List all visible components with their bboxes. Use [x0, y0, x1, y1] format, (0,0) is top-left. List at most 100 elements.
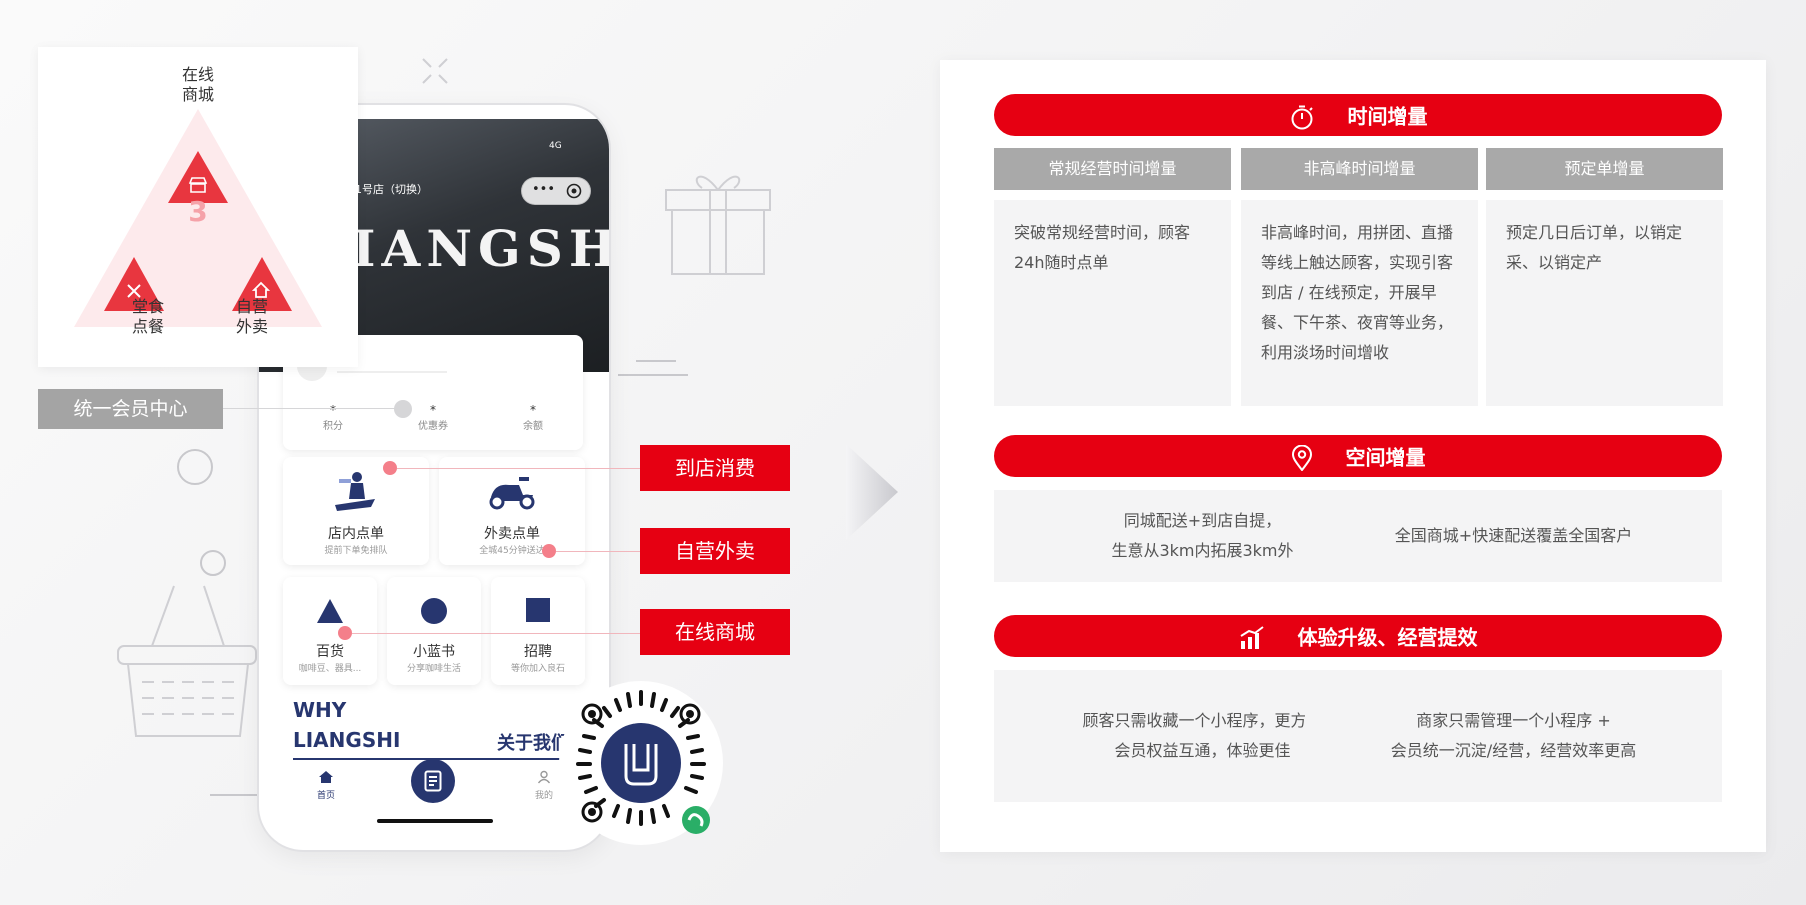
- stopwatch-icon: [1291, 105, 1313, 129]
- column-body: 预定几日后订单，以销定采、以销定产: [1486, 200, 1723, 406]
- box-line: 商家只需管理一个小程序 +: [1416, 711, 1611, 730]
- box-line: 顾客只需收藏一个小程序，更方便: [1082, 711, 1323, 730]
- label-line: 外卖: [235, 317, 268, 336]
- section-title: 体验升级、经营提效: [1297, 625, 1478, 650]
- tile-delivery-order[interactable]: 外卖点单 全城45分钟送达: [439, 457, 585, 565]
- member-center-tag: 统一会员中心: [38, 389, 223, 429]
- decor-line: [618, 374, 688, 376]
- box-line: 全国商城+快速配送覆盖全国客户: [1394, 526, 1633, 545]
- connector-line: [223, 408, 403, 409]
- connector-dot: [383, 461, 397, 475]
- tile-subtitle: 等你加入良石: [510, 664, 565, 674]
- tile-in-store-order[interactable]: 店内点单 提前下单免排队: [283, 457, 429, 565]
- user-icon: [537, 770, 551, 784]
- stat-value: *: [430, 403, 436, 417]
- tile-subtitle: 提前下单免排队: [324, 546, 388, 556]
- box-line: 生意从3km内拓展3km外: [1111, 541, 1294, 560]
- nav-label: 首页: [316, 791, 335, 801]
- column-body: 非高峰时间，用拼团、直播等线上触达顾客，实现引客到店 / 在线预定，开展早餐、下…: [1241, 200, 1478, 406]
- label-line: 自营: [235, 297, 268, 316]
- connector-dot: [338, 626, 352, 640]
- box-line: 会员权益互通，体验更佳: [1114, 741, 1291, 760]
- tile-title: 百货: [316, 644, 344, 660]
- nav-profile[interactable]: 我的: [529, 769, 559, 801]
- label-dine-in: 堂食 点餐: [118, 297, 178, 337]
- home-indicator: [377, 819, 493, 823]
- space-national-box: 全国商城+快速配送覆盖全国客户: [1305, 490, 1722, 582]
- column-head: 非高峰时间增量: [1241, 148, 1478, 190]
- scooter-icon: [489, 477, 535, 510]
- tile-general-store[interactable]: 百货 咖啡豆、器具...: [283, 577, 377, 685]
- bar-chart-icon: [1239, 625, 1264, 649]
- business-triangle-card: 在线 商城 3 堂食 点餐 自营 外卖: [38, 47, 358, 367]
- why-liangshi-heading: WHY LIANGSHI: [293, 695, 400, 755]
- experience-merchant-box: 商家只需管理一个小程序 + 会员统一沉淀/经营，经营效率更高: [1305, 670, 1722, 802]
- home-icon: [319, 771, 333, 783]
- label-online-mall: 在线 商城: [168, 65, 228, 105]
- shop-icon: [188, 177, 208, 193]
- tag-delivery: 自营外卖: [640, 528, 790, 574]
- connector-dot: [394, 400, 412, 418]
- triangle-icon: [317, 599, 343, 623]
- tile-title: 招聘: [524, 644, 552, 660]
- column-body: 突破常规经营时间，顾客24h随时点单: [994, 200, 1231, 406]
- tile-recruitment[interactable]: 招聘 等你加入良石: [491, 577, 585, 685]
- section-title: 时间增量: [1347, 104, 1428, 129]
- label-line: 堂食: [131, 297, 164, 316]
- section-header-space: 空间增量: [994, 435, 1722, 477]
- label-line: 在线: [181, 65, 214, 84]
- section-header-time: 时间增量: [994, 94, 1722, 136]
- stat-coupons[interactable]: * 优惠券: [403, 403, 463, 432]
- why-line1: WHY: [293, 698, 347, 722]
- close-circle-icon[interactable]: [566, 183, 582, 199]
- nav-menu-button[interactable]: [411, 759, 455, 803]
- box-line: 会员统一沉淀/经营，经营效率更高: [1390, 741, 1637, 760]
- connector-line: [397, 468, 640, 469]
- tile-title: 外卖点单: [484, 526, 540, 542]
- connector-line: [556, 551, 640, 552]
- gift-box-outline-icon: [665, 175, 771, 275]
- sparkle-decoration-icon: [422, 58, 448, 84]
- tag-in-store: 到店消费: [640, 445, 790, 491]
- circle-icon: [421, 598, 447, 624]
- label-line: 点餐: [131, 317, 164, 336]
- box-line: 同城配送+到店自提，: [1123, 511, 1282, 530]
- tile-subtitle: 咖啡豆、器具...: [298, 664, 362, 674]
- basket-outline-icon: [117, 585, 257, 737]
- location-pin-icon: [1291, 444, 1312, 471]
- connector-line: [352, 633, 640, 634]
- nav-label: 我的: [534, 791, 553, 801]
- triangle-center-mark: 3: [188, 195, 208, 228]
- mini-program-capsule[interactable]: •••: [521, 177, 591, 205]
- column-head: 预定单增量: [1486, 148, 1723, 190]
- stat-label: 余额: [523, 421, 543, 432]
- label-self-delivery: 自营 外卖: [222, 297, 282, 337]
- stat-label: 优惠券: [418, 421, 448, 432]
- tile-title: 小蓝书: [413, 644, 455, 660]
- column-head: 常规经营时间增量: [994, 148, 1231, 190]
- menu-document-icon: [424, 770, 442, 792]
- store-name[interactable]: -1号店（切换）: [351, 181, 428, 197]
- stat-value: *: [330, 403, 336, 417]
- section-header-experience: 体验升级、经营提效: [994, 615, 1722, 657]
- decor-circle: [177, 449, 213, 485]
- square-icon: [526, 598, 550, 622]
- chevron-right-arrow-icon: [846, 444, 898, 540]
- waiter-serving-icon: [335, 472, 375, 511]
- stat-label: 积分: [323, 421, 343, 432]
- connector-dot: [542, 544, 556, 558]
- why-line2: LIANGSHI: [293, 728, 401, 752]
- decor-line: [636, 360, 676, 362]
- tile-subtitle: 分享咖啡生活: [406, 664, 461, 674]
- tag-online-mall: 在线商城: [640, 609, 790, 655]
- label-line: 商城: [181, 85, 214, 104]
- stat-value: *: [530, 403, 536, 417]
- tile-blue-book[interactable]: 小蓝书 分享咖啡生活: [387, 577, 481, 685]
- tile-subtitle: 全城45分钟送达: [479, 546, 545, 556]
- stat-balance[interactable]: * 余额: [503, 403, 563, 432]
- mini-program-qr-code[interactable]: [558, 680, 724, 846]
- tile-title: 店内点单: [328, 526, 384, 542]
- nav-home[interactable]: 首页: [311, 769, 341, 801]
- more-icon[interactable]: •••: [532, 182, 555, 197]
- card-divider: [337, 371, 447, 373]
